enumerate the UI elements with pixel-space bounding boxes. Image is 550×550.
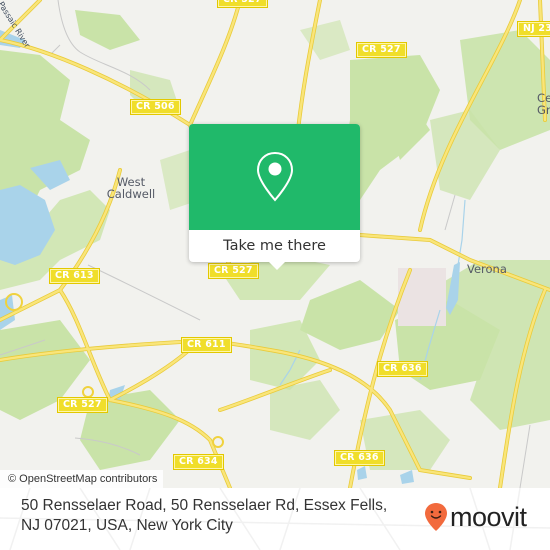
- address-text: 50 Rensselaer Road, 50 Rensselaer Rd, Es…: [21, 497, 388, 534]
- place-label-cedar-grove: Ce Gr: [537, 91, 550, 117]
- moovit-logo[interactable]: moovit: [424, 502, 527, 532]
- road-shield-cr634: CR 634: [173, 454, 224, 470]
- road-shield-cr527-lower: CR 527: [57, 397, 108, 413]
- road-shield-cr636-lower: CR 636: [334, 450, 385, 466]
- road-shield-cr636-upper: CR 636: [377, 361, 428, 377]
- popup-header[interactable]: [189, 124, 360, 230]
- road-shield-cr613: CR 613: [49, 268, 100, 284]
- place-label-verona: Verona: [467, 262, 507, 276]
- road-shield-cr611: CR 611: [181, 337, 232, 353]
- residential-area: [398, 268, 446, 326]
- map-pin-icon: [256, 151, 293, 202]
- road-shield-cr527-center: CR 527: [208, 263, 259, 279]
- map-view[interactable]: CR 506 CR 527 NJ 23 CR 527 CR 613 CR 611…: [0, 0, 550, 488]
- moovit-pin-icon: [425, 503, 447, 531]
- road-shield-nj23: NJ 23: [516, 21, 550, 37]
- destination-popup[interactable]: Take me there: [189, 124, 360, 270]
- road-shield-cr527-top: CR 527: [356, 42, 407, 58]
- place-label-west-caldwell: West Caldwell: [106, 175, 156, 201]
- take-me-there-button[interactable]: Take me there: [189, 230, 360, 262]
- popup-pointer: [268, 261, 286, 270]
- map-attribution[interactable]: © OpenStreetMap contributors: [0, 470, 164, 488]
- road-shield-top-cut: CR 527: [217, 0, 268, 8]
- road-shield-cr506: CR 506: [130, 99, 181, 115]
- moovit-wordmark: moovit: [450, 502, 527, 532]
- footer: 50 Rensselaer Road, 50 Rensselaer Rd, Es…: [0, 488, 550, 550]
